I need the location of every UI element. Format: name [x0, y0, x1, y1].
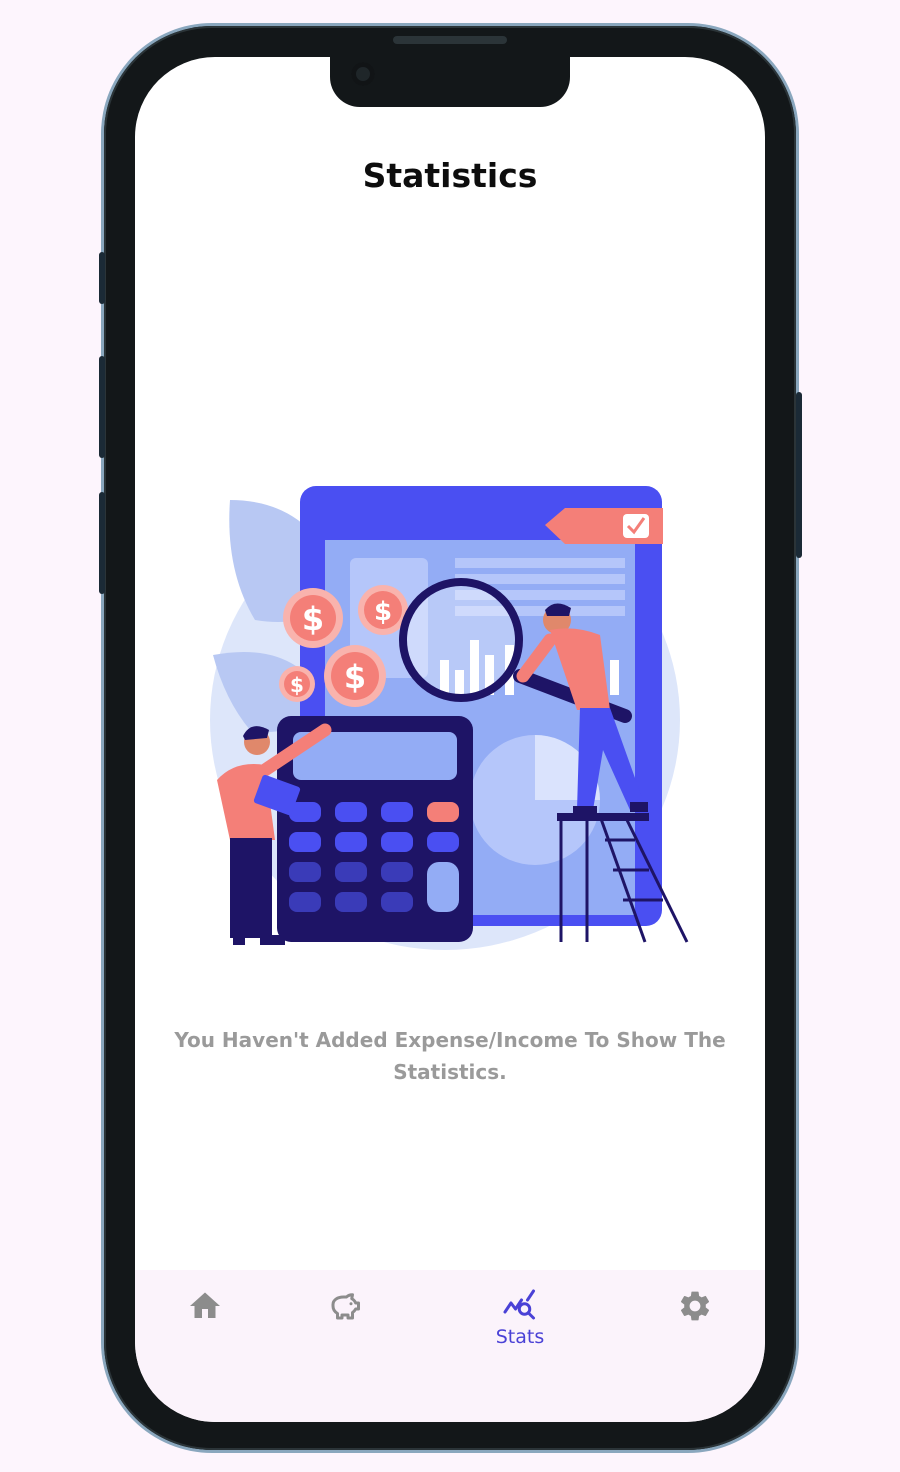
nav-item-savings[interactable] [300, 1288, 390, 1324]
mute-switch [99, 252, 105, 304]
svg-text:$: $ [374, 597, 392, 627]
earpiece-speaker [393, 36, 507, 44]
bottom-nav: Stats [135, 1270, 765, 1422]
gear-icon [650, 1288, 740, 1324]
nav-item-stats[interactable]: Stats [475, 1288, 565, 1348]
nav-item-settings[interactable] [650, 1288, 740, 1324]
power-button [796, 392, 802, 558]
svg-text:$: $ [290, 673, 304, 697]
page-title: Statistics [362, 156, 538, 195]
front-camera [351, 62, 375, 86]
empty-state-message: You Haven't Added Expense/Income To Show… [174, 1028, 726, 1084]
nav-item-home[interactable] [160, 1288, 250, 1324]
stats-icon [475, 1288, 565, 1324]
piggy-bank-icon [300, 1288, 390, 1324]
statistics-illustration: $ $ $ $ [205, 480, 695, 950]
volume-down-button [99, 492, 105, 594]
home-icon [160, 1288, 250, 1324]
nav-label-stats: Stats [495, 1326, 545, 1348]
svg-text:$: $ [302, 600, 324, 638]
volume-up-button [99, 356, 105, 458]
svg-text:$: $ [344, 658, 366, 696]
